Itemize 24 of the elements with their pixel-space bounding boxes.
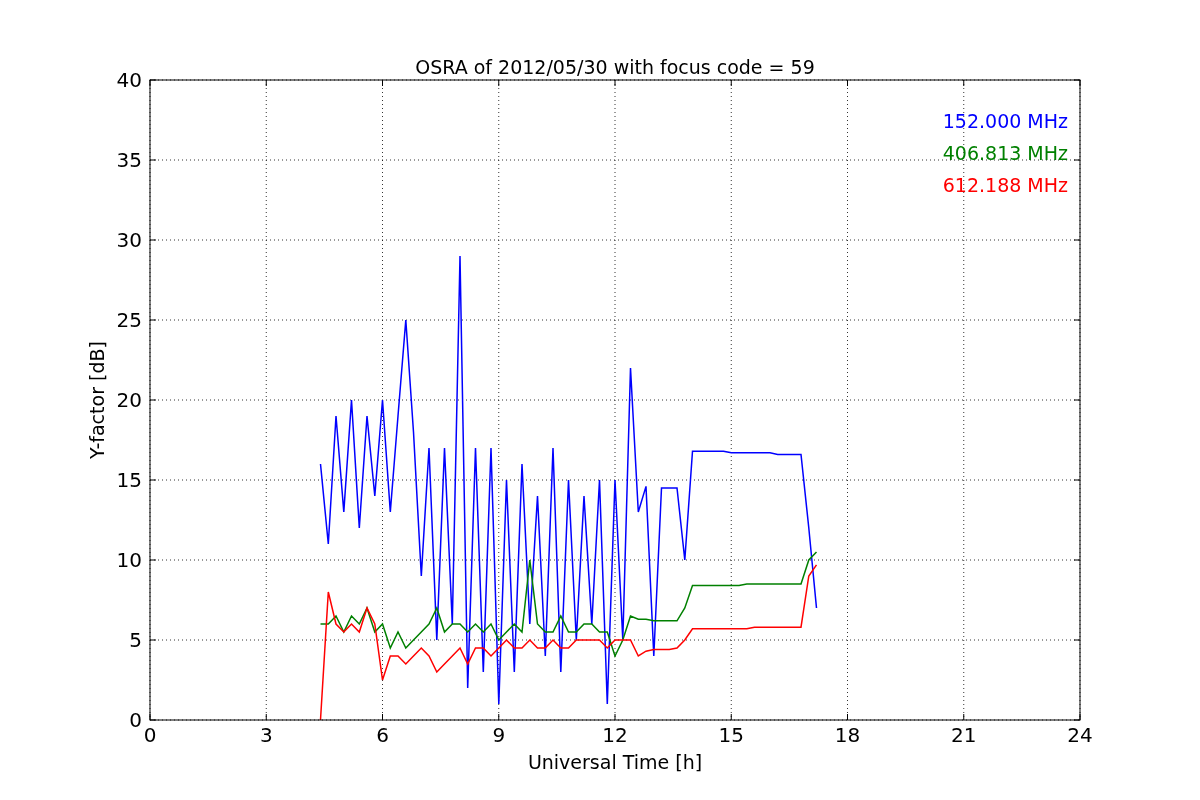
y-axis-label: Y-factor [dB]: [86, 341, 108, 459]
x-tick-label: 3: [259, 723, 273, 747]
y-tick-label: 5: [129, 628, 142, 652]
x-tick-label: 24: [1067, 723, 1093, 747]
y-tick-label: 15: [116, 468, 142, 492]
legend-label: 152.000 MHz: [942, 110, 1068, 132]
chart-title: OSRA of 2012/05/30 with focus code = 59: [415, 56, 815, 78]
y-tick-label: 0: [129, 708, 142, 732]
legend-label: 612.188 MHz: [942, 174, 1068, 196]
x-tick-label: 9: [492, 723, 506, 747]
x-tick-label: 12: [602, 723, 628, 747]
y-tick-label: 30: [116, 228, 142, 252]
x-tick-label: 15: [718, 723, 744, 747]
y-tick-label: 35: [116, 148, 142, 172]
legend-label: 406.813 MHz: [942, 142, 1068, 164]
y-tick-label: 10: [116, 548, 142, 572]
y-tick-label: 20: [116, 388, 142, 412]
x-tick-label: 21: [951, 723, 977, 747]
x-tick-label: 18: [834, 723, 861, 747]
x-axis-label: Universal Time [h]: [527, 751, 703, 773]
y-tick-label: 25: [116, 308, 142, 332]
x-tick-label: 0: [143, 723, 157, 747]
x-tick-label: 6: [376, 723, 389, 747]
y-tick-label: 40: [116, 68, 142, 92]
